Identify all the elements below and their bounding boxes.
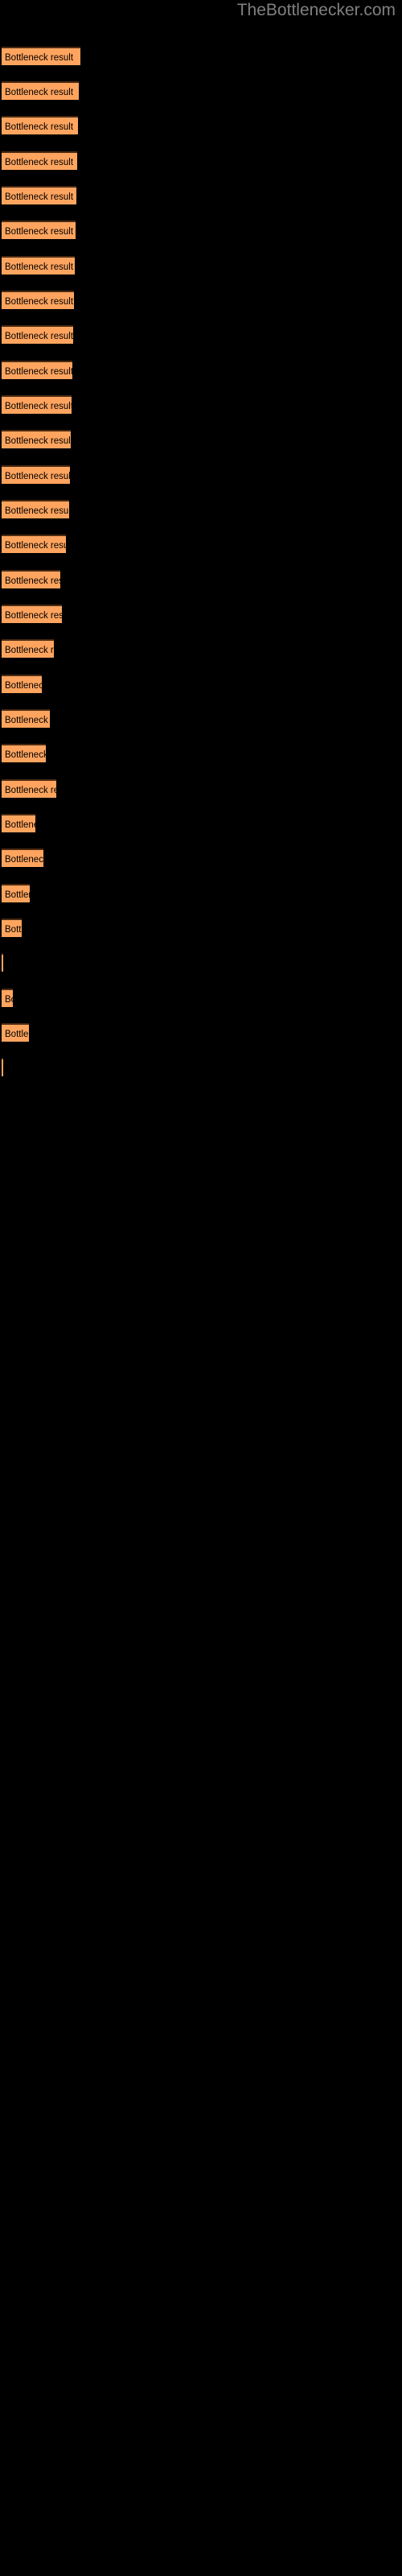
bar-row: Bottleneck result [2, 884, 30, 902]
bar-label: Bottleneck result [5, 332, 73, 341]
bar-label: Bottleneck result [5, 367, 72, 377]
bar-row: Bottleneck result [2, 81, 79, 100]
bar-label: Bottleneck result [5, 855, 43, 865]
bar-15: Bottleneck result [2, 535, 66, 553]
bar-22: Bottleneck result [2, 779, 56, 798]
bar-label: Bottleneck result [5, 786, 56, 795]
bar-3: Bottleneck result [2, 116, 78, 134]
bar-label: Bottleneck result [5, 820, 35, 830]
bar-label: Bottleneck result [5, 192, 74, 202]
bar-row: Bottleneck result [2, 989, 13, 1007]
bar-27: Bottleneck result [2, 953, 3, 972]
bar-label: Bottleneck result [5, 925, 22, 935]
bar-label: Bottleneck result [5, 646, 54, 655]
site-title: TheBottlenecker.com [236, 1, 396, 19]
bar-label: Bottleneck result [5, 506, 69, 516]
bar-row: Bottleneck result [2, 535, 66, 553]
bar-row: Bottleneck result [2, 1023, 29, 1042]
bar-row: Bottleneck result [2, 919, 22, 937]
bar-label: Bottleneck result [5, 472, 70, 481]
bar-label: Bottleneck result [5, 297, 74, 307]
bar-label: Bottleneck result [5, 88, 74, 97]
bar-28: Bottleneck result [2, 989, 13, 1007]
bar-8: Bottleneck result [2, 291, 74, 309]
bar-label: Bottleneck result [5, 576, 60, 586]
bar-2: Bottleneck result [2, 81, 79, 100]
bar-20: Bottleneck result [2, 709, 50, 728]
bar-16: Bottleneck result [2, 570, 60, 588]
bar-label: Bottleneck result [5, 436, 71, 446]
bar-label: Bottleneck result [5, 681, 42, 691]
bar-13: Bottleneck result [2, 465, 70, 484]
bar-7: Bottleneck result [2, 256, 75, 275]
bar-row: Bottleneck result [2, 395, 72, 414]
bar-row: Bottleneck result [2, 256, 75, 275]
bar-label: Bottleneck result [5, 716, 50, 725]
bar-26: Bottleneck result [2, 919, 22, 937]
bar-row: Bottleneck result [2, 325, 73, 344]
bar-row: Bottleneck result [2, 744, 46, 762]
bar-row: Bottleneck result [2, 605, 62, 623]
bottleneck-bar-chart: TheBottlenecker.com Bottleneck result Bot… [0, 0, 402, 2576]
bar-24: Bottleneck result [2, 848, 43, 867]
bar-row: Bottleneck result [2, 47, 80, 65]
bar-5: Bottleneck result [2, 186, 76, 204]
bar-row: Bottleneck result [2, 291, 74, 309]
bar-row: Bottleneck result [2, 361, 72, 379]
bar-30: Bottleneck result [2, 1058, 3, 1076]
bar-row: Bottleneck result [2, 848, 43, 867]
bar-label: Bottleneck result [5, 611, 62, 621]
bar-17: Bottleneck result [2, 605, 62, 623]
bar-21: Bottleneck result [2, 744, 46, 762]
bar-label: Bottleneck result [5, 53, 74, 63]
bar-label: Bottleneck result [5, 262, 74, 272]
bar-row: Bottleneck result [2, 570, 60, 588]
bar-23: Bottleneck result [2, 814, 35, 832]
bar-row: Bottleneck result [2, 465, 70, 484]
bar-18: Bottleneck result [2, 639, 54, 658]
bar-label: Bottleneck result [5, 122, 74, 132]
bar-row: Bottleneck result [2, 430, 71, 448]
bar-row: Bottleneck result [2, 709, 50, 728]
bar-9: Bottleneck result [2, 325, 73, 344]
bar-label: Bottleneck result [5, 402, 72, 411]
bar-row: Bottleneck result [2, 151, 77, 170]
bar-row: Bottleneck result [2, 1058, 3, 1076]
bar-row: Bottleneck result [2, 221, 76, 239]
bar-label: Bottleneck result [5, 890, 30, 900]
bar-row: Bottleneck result [2, 500, 69, 518]
bar-label: Bottleneck result [5, 750, 46, 760]
bar-row: Bottleneck result [2, 779, 56, 798]
bar-4: Bottleneck result [2, 151, 77, 170]
bar-14: Bottleneck result [2, 500, 69, 518]
bar-label: Bottleneck result [5, 227, 74, 237]
bar-1: Bottleneck result [2, 47, 80, 65]
bar-row: Bottleneck result [2, 116, 78, 134]
bar-row: Bottleneck result [2, 814, 35, 832]
bar-label: Bottleneck result [5, 1030, 29, 1039]
bar-12: Bottleneck result [2, 430, 71, 448]
bar-25: Bottleneck result [2, 884, 30, 902]
bar-6: Bottleneck result [2, 221, 76, 239]
bar-row: Bottleneck result [2, 675, 42, 693]
bar-label: Bottleneck result [5, 541, 66, 551]
bar-11: Bottleneck result [2, 395, 72, 414]
bar-row: Bottleneck result [2, 639, 54, 658]
bar-row: Bottleneck result [2, 953, 3, 972]
bar-label: Bottleneck result [5, 158, 74, 167]
bar-29: Bottleneck result [2, 1023, 29, 1042]
bar-10: Bottleneck result [2, 361, 72, 379]
bar-row: Bottleneck result [2, 186, 76, 204]
bar-label: Bottleneck result [5, 995, 13, 1005]
bar-19: Bottleneck result [2, 675, 42, 693]
